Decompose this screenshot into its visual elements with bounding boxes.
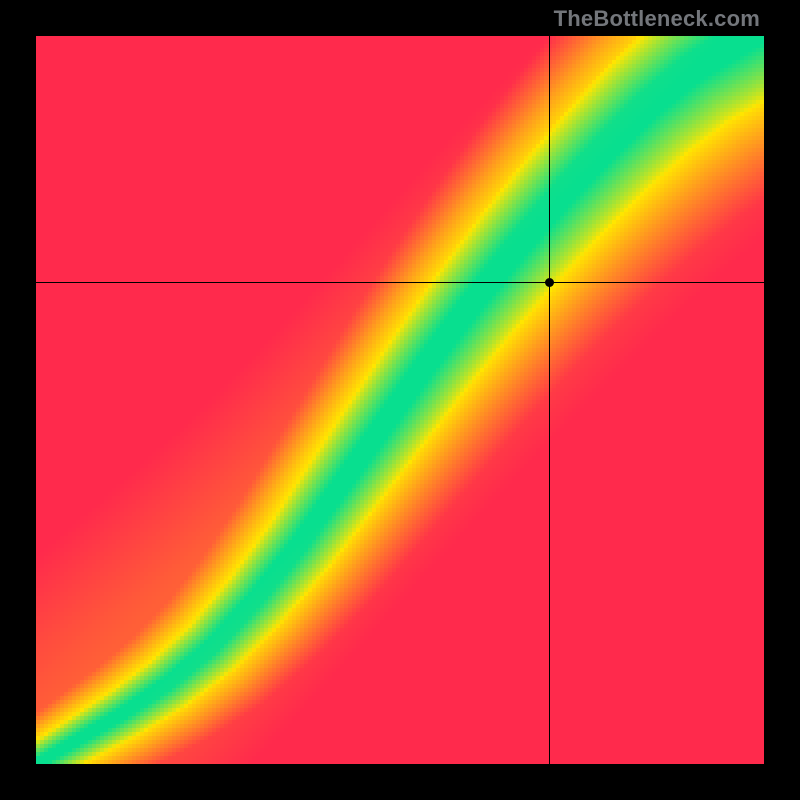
data-point-marker (545, 278, 554, 287)
heatmap-plot (36, 36, 764, 764)
heatmap-canvas (36, 36, 764, 764)
crosshair-horizontal (36, 282, 764, 283)
watermark-text: TheBottleneck.com (554, 6, 760, 32)
crosshair-vertical (549, 36, 550, 764)
chart-frame: TheBottleneck.com (0, 0, 800, 800)
